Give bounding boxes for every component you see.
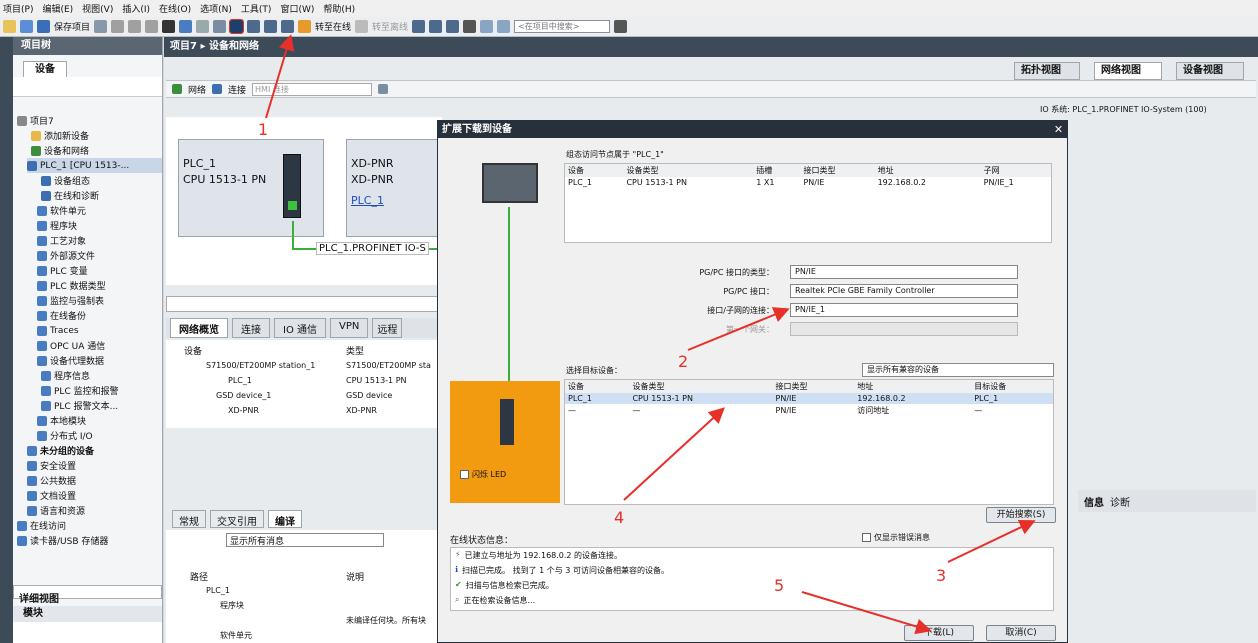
- annotation-arrows: [265, 34, 1036, 635]
- annotation-arrow-5: [801, 591, 932, 635]
- annotation-arrow-3: [947, 519, 1036, 563]
- annotation-label-2: 2: [678, 352, 689, 371]
- annotation-label-3: 3: [936, 566, 947, 585]
- annotation-label-1: 1: [258, 120, 269, 139]
- annotation-arrow-2: [687, 307, 790, 351]
- annotation-arrow-4: [623, 407, 725, 501]
- annotation-label-5: 5: [774, 576, 785, 595]
- annotation-label-4: 4: [614, 508, 625, 527]
- annotation-arrow-1: [265, 34, 295, 119]
